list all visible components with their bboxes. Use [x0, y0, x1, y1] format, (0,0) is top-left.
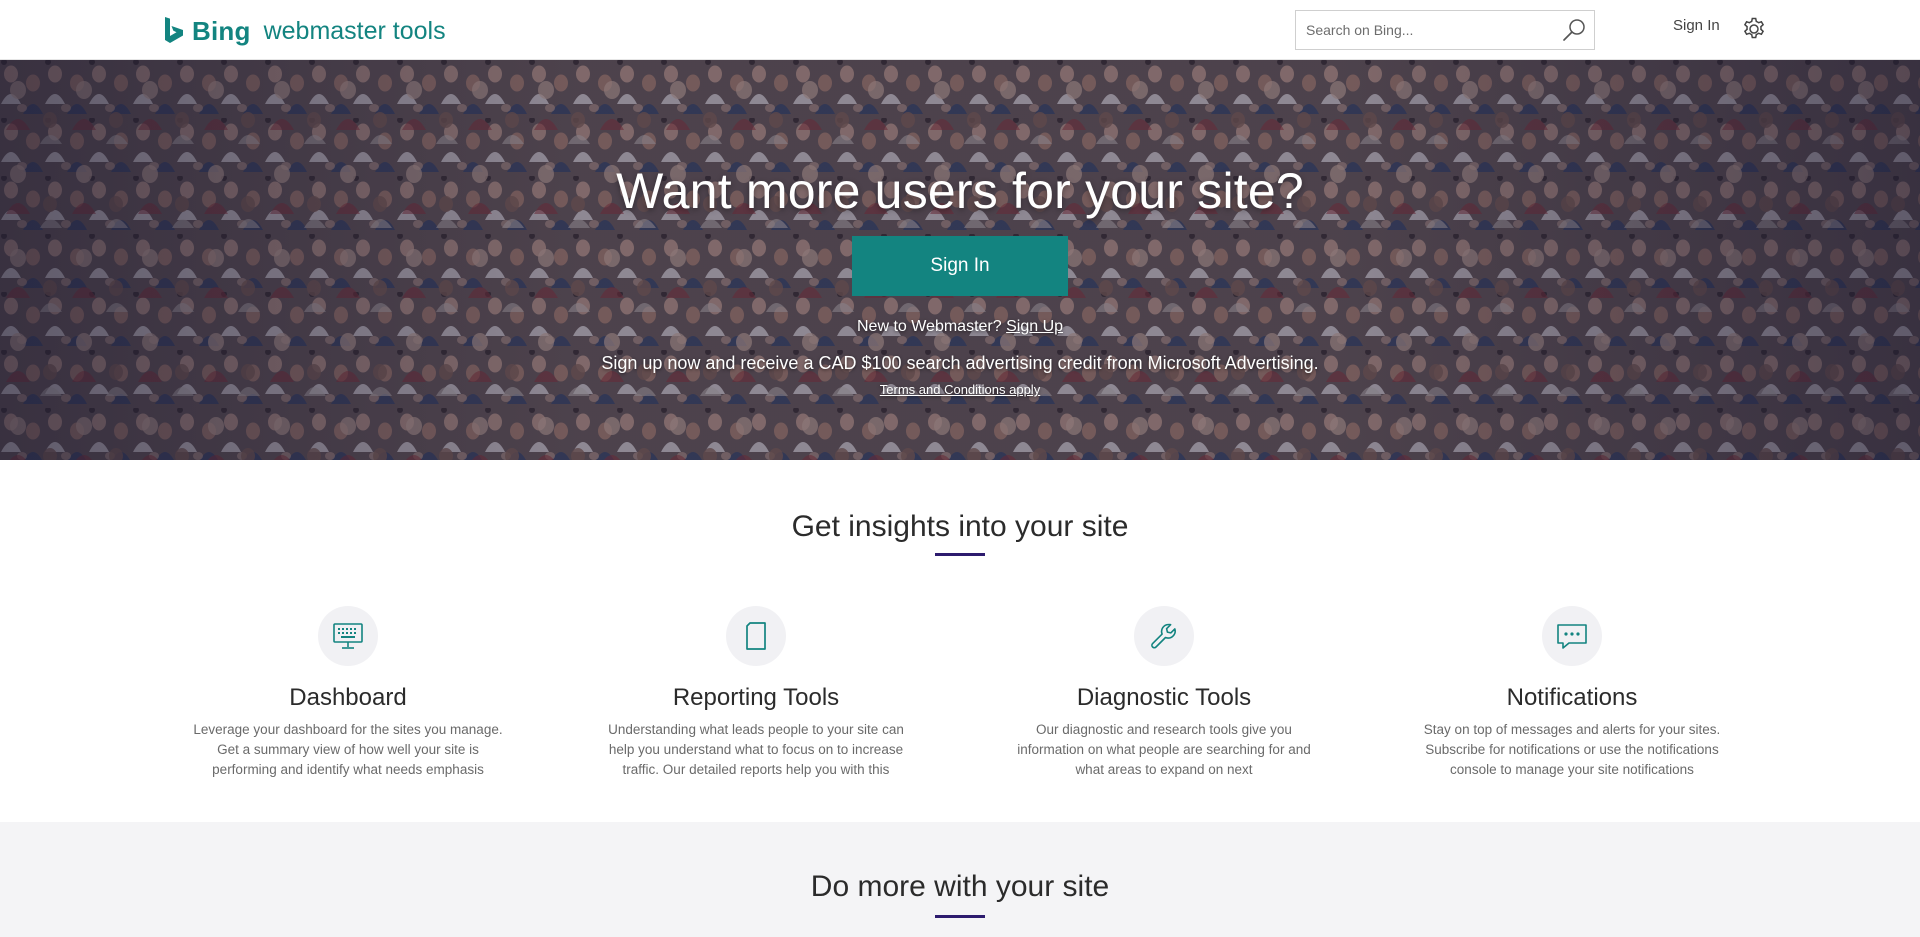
- new-user-text: New to Webmaster?: [856, 318, 1002, 335]
- chat-bubble-icon: [1557, 624, 1587, 649]
- new-user-line: New to Webmaster? Sign Up: [0, 318, 1920, 336]
- signup-link[interactable]: Sign Up: [1006, 318, 1063, 335]
- insights-section: Get insights into your site Dashboard Le…: [0, 460, 1920, 822]
- do-more-section: Do more with your site: [0, 822, 1920, 937]
- terms-line: Terms and Conditions apply: [0, 382, 1920, 397]
- insights-title: Get insights into your site: [791, 510, 1129, 543]
- monitor-keyboard-icon: [333, 623, 363, 649]
- do-more-title: Do more with your site: [810, 870, 1110, 903]
- feature-title: Notifications: [1506, 684, 1638, 711]
- wrench-icon: [1151, 623, 1176, 649]
- feature-notifications: Notifications Stay on top of messages an…: [1412, 606, 1732, 780]
- brand-product: webmaster tools: [263, 16, 446, 45]
- feature-title: Dashboard: [289, 684, 407, 711]
- feature-description: Stay on top of messages and alerts for y…: [1423, 722, 1721, 777]
- header-signin-link[interactable]: Sign In: [1673, 17, 1720, 34]
- do-more-title-underline: [935, 915, 985, 918]
- ad-credit-offer: Sign up now and receive a CAD $100 searc…: [601, 353, 1319, 373]
- feature-description: Our diagnostic and research tools give y…: [1017, 722, 1311, 777]
- feature-title: Reporting Tools: [672, 684, 840, 711]
- feature-icon-badge: [726, 606, 786, 666]
- terms-link[interactable]: Terms and Conditions apply: [880, 382, 1040, 397]
- brand-name: Bing: [192, 15, 251, 46]
- insights-title-underline: [935, 553, 985, 556]
- search-button[interactable]: [1554, 11, 1594, 49]
- feature-icon-badge: [1134, 606, 1194, 666]
- document-icon: [746, 622, 766, 650]
- search-box: [1295, 10, 1595, 50]
- hero-signin-button[interactable]: Sign In: [852, 236, 1068, 296]
- hero-banner: Want more users for your site? Sign In N…: [0, 60, 1920, 460]
- gear-icon[interactable]: [1741, 16, 1767, 42]
- hero-title: Want more users for your site?: [616, 163, 1304, 219]
- feature-icon-badge: [1542, 606, 1602, 666]
- feature-reporting-tools: Reporting Tools Understanding what leads…: [596, 606, 916, 780]
- feature-dashboard: Dashboard Leverage your dashboard for th…: [188, 606, 508, 780]
- feature-description: Understanding what leads people to your …: [608, 722, 904, 777]
- feature-title: Diagnostic Tools: [1076, 684, 1252, 711]
- brand-logo-link[interactable]: Bing webmaster tools: [162, 14, 446, 48]
- bing-logo-icon: [165, 17, 183, 43]
- search-input[interactable]: [1296, 12, 1554, 48]
- top-header: Bing webmaster tools Sign In: [0, 0, 1920, 60]
- feature-diagnostic-tools: Diagnostic Tools Our diagnostic and rese…: [1004, 606, 1324, 780]
- feature-icon-badge: [318, 606, 378, 666]
- search-icon: [1563, 19, 1585, 41]
- feature-description: Leverage your dashboard for the sites yo…: [193, 722, 503, 777]
